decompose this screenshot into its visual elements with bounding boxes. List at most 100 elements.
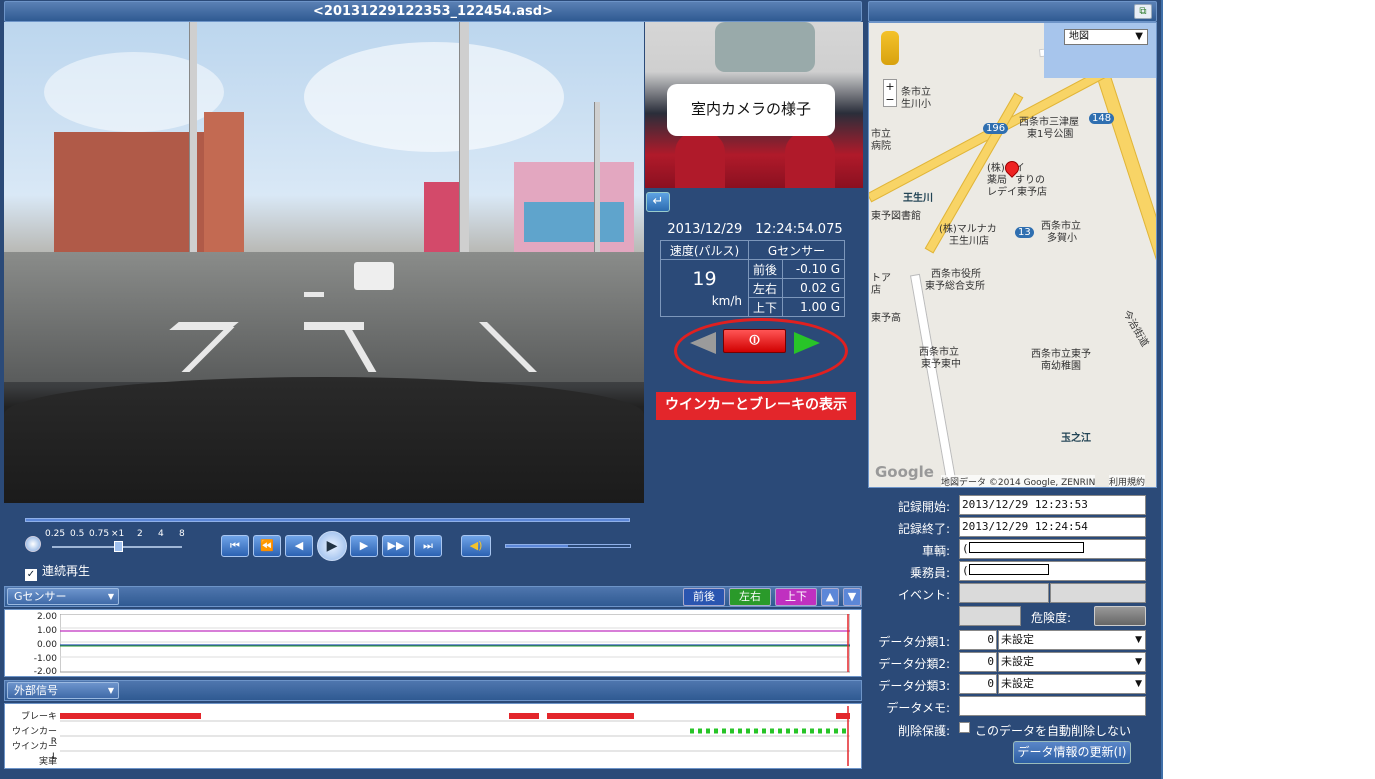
map-view[interactable]: +− 地図▼ 条市立 生川小 市立 病院 西条市三津屋 東1号公園 (株)デイ …	[868, 22, 1157, 488]
map-label: 南幼稚園	[1041, 361, 1081, 372]
cloud	[44, 52, 224, 132]
event-field-2	[1050, 583, 1146, 603]
gsensor-panel-header: Gセンサー ▼ 前後 左右 上下 ▲ ▼	[4, 586, 862, 607]
memo-label: データメモ:	[886, 701, 950, 715]
google-logo: Google	[875, 463, 934, 481]
map-label: 病院	[871, 141, 891, 152]
terms-link[interactable]: 利用規約	[1109, 475, 1146, 487]
gsensor-graph: 2.00 1.00 0.00 -1.00 -2.00	[4, 609, 862, 677]
end-label: 記録終了:	[897, 522, 950, 536]
map-label: 玉之江	[1061, 433, 1091, 444]
end-field[interactable]: 2013/12/29 12:24:54	[959, 517, 1146, 537]
start-field[interactable]: 2013/12/29 12:23:53	[959, 495, 1146, 515]
speed-header: 速度(パルス)	[660, 240, 749, 260]
y-tick: 0.00	[36, 640, 57, 650]
skip-end-button[interactable]: ⏭	[414, 535, 442, 557]
cat2-select[interactable]: 未設定 ▼	[998, 652, 1146, 672]
app-window: <20131229122353_122454.asd> ⧉ 室内カメラの様子 ↵…	[0, 0, 1163, 779]
speed-cell: 19 km/h	[660, 259, 749, 317]
passenger	[675, 132, 725, 188]
front-back-button[interactable]: 前後	[683, 588, 725, 606]
cat2-value: 未設定	[1001, 655, 1034, 668]
speed-icon	[25, 536, 41, 552]
risk-level-button[interactable]	[1094, 606, 1146, 626]
signal-graph: ブレーキ ウインカーR ウインカーL 実車	[4, 703, 862, 769]
brake-indicator-icon: ⏼	[723, 329, 786, 353]
vehicle-field[interactable]: (	[959, 539, 1146, 559]
form-row: 危険度:	[868, 606, 1157, 626]
left-blinker-icon	[690, 332, 716, 354]
fast-rewind-button[interactable]: ⏪	[253, 535, 281, 557]
route-badge: 148	[1089, 113, 1115, 124]
memo-field[interactable]	[959, 696, 1146, 716]
building	[524, 202, 624, 242]
cat3-number[interactable]: 0	[959, 674, 997, 694]
chevron-down-icon: ▼	[1135, 657, 1142, 667]
speed-unit: km/h	[711, 294, 742, 308]
cat2-number[interactable]: 0	[959, 652, 997, 672]
map-label: 東1号公園	[1027, 129, 1074, 140]
check-icon: ✓	[25, 569, 37, 581]
volume-icon[interactable]: ◀)	[461, 535, 491, 557]
plot-frame	[60, 614, 850, 673]
crew-label: 乗務員:	[909, 566, 950, 580]
form-row: イベント:	[868, 583, 1157, 603]
form-row: 車輌: (	[868, 539, 1157, 559]
scroll-up-icon[interactable]: ▲	[821, 588, 839, 606]
protect-checkbox[interactable]	[959, 722, 970, 733]
update-data-button[interactable]: データ情報の更新(I)	[1013, 741, 1131, 764]
chevron-down-icon: ▼	[1135, 679, 1142, 689]
form-row: 削除保護: このデータを自動削除しない	[868, 719, 1157, 739]
road	[1079, 23, 1156, 470]
step-forward-button[interactable]: ▶	[350, 535, 378, 557]
utility-pole	[459, 22, 469, 282]
map-copyright: 地図データ ©2014 Google, ZENRIN	[941, 475, 1096, 487]
step-back-button[interactable]: ◀	[285, 535, 313, 557]
scroll-down-icon[interactable]: ▼	[843, 588, 861, 606]
street-view-icon[interactable]	[881, 31, 899, 65]
seek-bar[interactable]	[25, 518, 630, 522]
speed-slider-thumb[interactable]	[114, 541, 123, 552]
speed-tick: 2	[137, 529, 143, 539]
volume-slider[interactable]	[505, 544, 631, 548]
gsensor-dropdown[interactable]: Gセンサー ▼	[7, 588, 119, 605]
signal-row-label: ブレーキ	[20, 712, 57, 722]
cat3-label: データ分類3:	[878, 679, 950, 693]
vehicle-value: (	[962, 542, 969, 555]
skip-start-button[interactable]: ⏮	[221, 535, 249, 557]
route-badge: 196	[983, 123, 1009, 134]
signal-dropdown[interactable]: 外部信号 ▼	[7, 682, 119, 699]
form-row: データ分類2: 0 未設定 ▼	[868, 652, 1157, 672]
chevron-down-icon: ▼	[107, 686, 114, 695]
gsensor-plot	[60, 614, 850, 673]
up-down-button[interactable]: 上下	[775, 588, 817, 606]
utility-pole	[189, 22, 197, 272]
chevron-down-icon: ▼	[1135, 31, 1143, 42]
cat1-value: 未設定	[1001, 633, 1034, 646]
continuous-play[interactable]: ✓ 連続再生	[25, 562, 90, 581]
cat3-select[interactable]: 未設定 ▼	[998, 674, 1146, 694]
cat1-number[interactable]: 0	[959, 630, 997, 650]
speed-value: 19	[692, 268, 717, 290]
car	[354, 262, 394, 290]
map-type-select[interactable]: 地図 ▼	[1064, 29, 1148, 45]
map-label: 多賀小	[1047, 233, 1077, 244]
left-right-button[interactable]: 左右	[729, 588, 771, 606]
map-label: 東予総合支所	[925, 281, 985, 292]
g-row-value: 0.02 G	[782, 278, 845, 298]
map-type-label: 地図	[1069, 31, 1089, 42]
popout-icon[interactable]: ⧉	[1134, 4, 1152, 19]
cat1-select[interactable]: 未設定 ▼	[998, 630, 1146, 650]
signal-panel-header: 外部信号 ▼	[4, 680, 862, 701]
zoom-control[interactable]: + −	[883, 79, 897, 107]
chevron-down-icon: ▼	[1135, 635, 1142, 645]
play-button[interactable]: ▶	[317, 531, 347, 561]
signal-row-label: 実車	[38, 757, 57, 767]
map-label: 今治街道	[1120, 308, 1151, 349]
speed-tick: ×1	[111, 529, 125, 539]
fast-forward-button[interactable]: ▶▶	[382, 535, 410, 557]
return-icon[interactable]: ↵	[646, 192, 670, 212]
crew-field[interactable]: (	[959, 561, 1146, 581]
interior-camera-video: 室内カメラの様子	[645, 22, 863, 188]
right-blinker-icon	[794, 332, 820, 354]
